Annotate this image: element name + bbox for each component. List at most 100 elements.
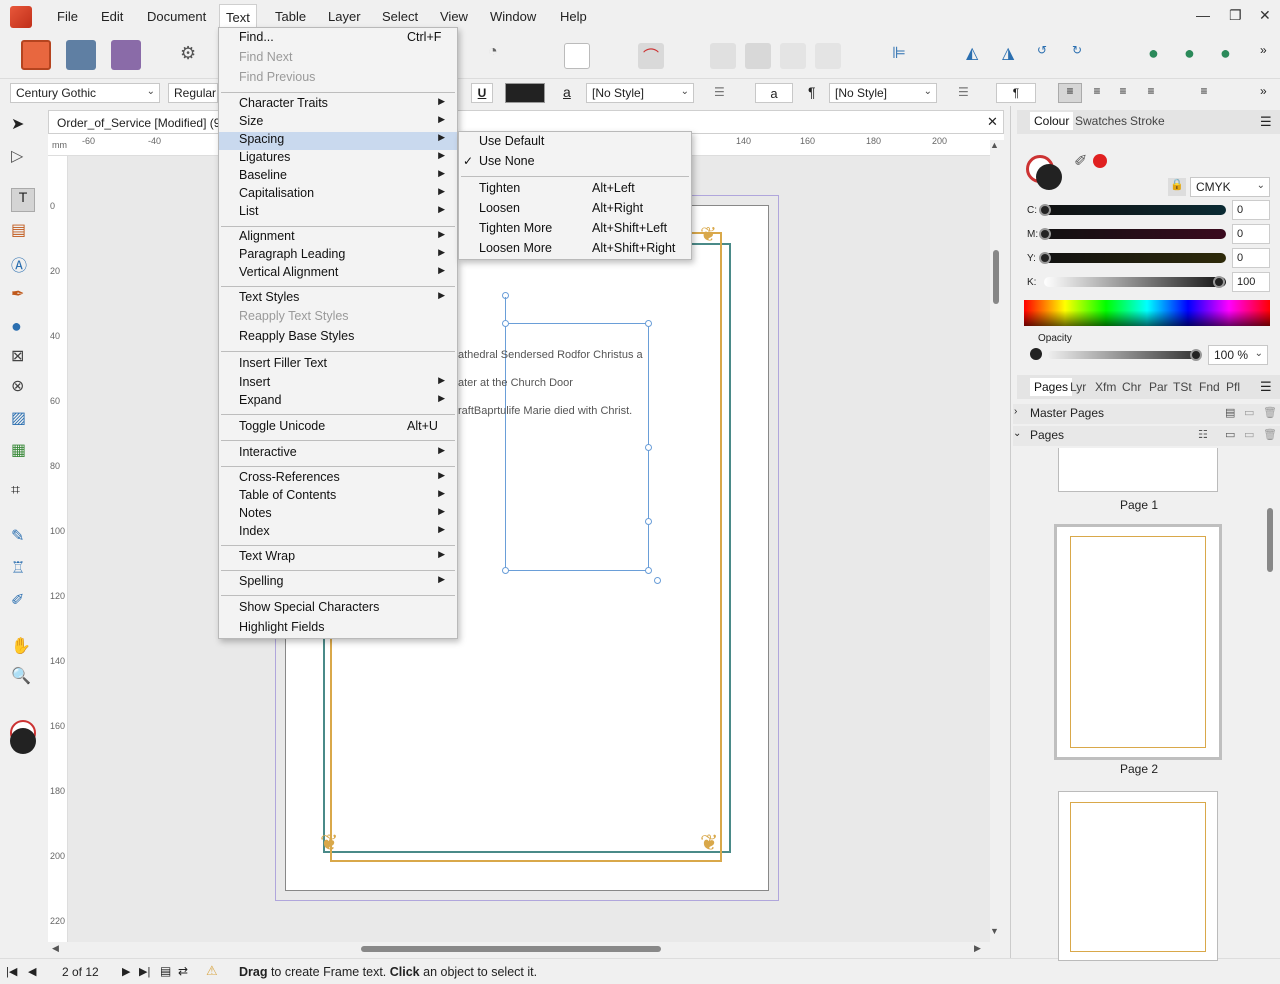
panel-menu-icon[interactable]: ☰: [1260, 114, 1272, 130]
chevron-down-icon[interactable]: ⌄: [1013, 428, 1021, 439]
boolean-add-icon[interactable]: ●: [1148, 43, 1174, 69]
opacity-knob[interactable]: [1190, 349, 1202, 361]
horizontal-scroll-thumb[interactable]: [361, 946, 661, 952]
place-image-tool-icon[interactable]: ▨: [11, 408, 35, 432]
vertical-scrollbar[interactable]: ▲ ▼: [990, 140, 1004, 940]
rotate-right-icon[interactable]: ↻: [1072, 43, 1098, 69]
menu-item-insert[interactable]: Insert ▶: [219, 375, 457, 393]
magenta-knob[interactable]: [1039, 228, 1051, 240]
menu-item-find[interactable]: Find... Ctrl+F: [219, 30, 457, 48]
menu-item-use-none[interactable]: ✓ Use None: [459, 154, 691, 172]
menu-item-loosen-more[interactable]: Loosen More Alt+Shift+Right: [459, 241, 691, 259]
tab-find[interactable]: Fnd: [1199, 380, 1220, 394]
pages-scrollbar[interactable]: [1266, 452, 1274, 952]
delete-master-icon[interactable]: 🗑: [1263, 406, 1277, 419]
menu-item-paragraph-leading[interactable]: Paragraph Leading ▶: [219, 247, 457, 265]
pages-scroll-thumb[interactable]: [1267, 508, 1273, 572]
warning-icon[interactable]: ⚠: [206, 963, 218, 979]
flip-horizontal-icon[interactable]: ◭: [966, 43, 992, 69]
menu-item-toggle-unicode[interactable]: Toggle Unicode Alt+U: [219, 419, 457, 437]
duplicate-page-icon[interactable]: ▭: [1244, 428, 1254, 441]
fill-colour-icon[interactable]: [10, 728, 36, 754]
table-tool-icon[interactable]: ▤: [11, 220, 35, 244]
scroll-left-icon[interactable]: ◀: [52, 943, 59, 954]
last-page-icon[interactable]: ▶|: [139, 965, 150, 978]
resize-handle[interactable]: [645, 567, 652, 574]
menu-item-show-special-characters[interactable]: Show Special Characters: [219, 600, 457, 618]
arrange-backward-icon[interactable]: [815, 43, 841, 69]
zoom-tool-icon[interactable]: 🔍: [11, 666, 35, 690]
colour-mode-select[interactable]: CMYK ⌄: [1190, 177, 1270, 197]
menu-item-spelling[interactable]: Spelling ▶: [219, 574, 457, 592]
pages-view-icon[interactable]: ▤: [160, 964, 171, 978]
context-overflow-icon[interactable]: »: [1260, 84, 1267, 98]
vertical-align-icon[interactable]: ≡: [1193, 84, 1215, 98]
toolbar-overflow-icon[interactable]: »: [1260, 43, 1280, 69]
opacity-slider[interactable]: [1048, 351, 1198, 359]
restore-button[interactable]: ❐: [1229, 7, 1242, 24]
tab-text-styles[interactable]: TSt: [1173, 380, 1192, 394]
opacity-value[interactable]: 100 % ⌄: [1208, 345, 1268, 365]
yellow-slider[interactable]: [1044, 253, 1226, 263]
menu-item-tighten[interactable]: Tighten Alt+Left: [459, 181, 691, 199]
justify-icon[interactable]: ≡: [1140, 84, 1162, 98]
ellipse-tool-icon[interactable]: ●: [11, 316, 35, 340]
publisher-persona-icon[interactable]: [21, 40, 51, 70]
menu-help[interactable]: Help: [560, 9, 587, 24]
menu-file[interactable]: File: [57, 9, 78, 24]
tab-character[interactable]: Chr: [1122, 380, 1141, 394]
char-style-options-icon[interactable]: ☰: [714, 85, 738, 101]
menu-item-insert-filler-text[interactable]: Insert Filler Text: [219, 356, 457, 374]
black-value[interactable]: 100: [1232, 272, 1270, 292]
menu-item-alignment[interactable]: Alignment ▶: [219, 229, 457, 247]
flip-vertical-icon[interactable]: ◮: [1002, 43, 1028, 69]
settings-gear-icon[interactable]: ⚙: [180, 43, 206, 69]
tab-stroke[interactable]: Stroke: [1130, 114, 1165, 128]
photo-persona-icon[interactable]: [111, 40, 141, 70]
app-logo-icon[interactable]: [10, 6, 32, 28]
menu-item-character-traits[interactable]: Character Traits ▶: [219, 96, 457, 114]
menu-item-vertical-alignment[interactable]: Vertical Alignment ▶: [219, 265, 457, 283]
paragraph-pilcrow-icon[interactable]: ¶: [808, 84, 816, 100]
cyan-slider[interactable]: [1044, 205, 1226, 215]
boolean-subtract-icon[interactable]: ●: [1184, 43, 1210, 69]
black-knob[interactable]: [1213, 276, 1225, 288]
paragraph-style-select[interactable]: [No Style] ⌄: [829, 83, 937, 103]
menu-item-text-styles[interactable]: Text Styles ▶: [219, 290, 457, 308]
tab-paragraph[interactable]: Par: [1149, 380, 1168, 394]
menu-item-spacing[interactable]: Spacing ▶: [219, 132, 457, 150]
duplicate-master-icon[interactable]: ▭: [1244, 406, 1254, 419]
prev-page-icon[interactable]: ◀: [28, 965, 36, 978]
colour-picker-icon[interactable]: ✐: [1074, 151, 1087, 171]
chevron-right-icon[interactable]: ›: [1014, 406, 1017, 417]
menu-table[interactable]: Table: [275, 9, 306, 24]
add-master-icon[interactable]: ▤: [1225, 406, 1235, 419]
boolean-intersect-icon[interactable]: ●: [1220, 43, 1246, 69]
yellow-knob[interactable]: [1039, 252, 1051, 264]
align-icon[interactable]: ⊫: [892, 43, 918, 69]
page-options-icon[interactable]: ☷: [1198, 428, 1208, 441]
menu-item-loosen[interactable]: Loosen Alt+Right: [459, 201, 691, 219]
menu-item-highlight-fields[interactable]: Highlight Fields: [219, 620, 457, 638]
menu-document[interactable]: Document: [147, 9, 206, 24]
magenta-value[interactable]: 0: [1232, 224, 1270, 244]
resize-handle[interactable]: [645, 518, 652, 525]
menu-item-index[interactable]: Index ▶: [219, 524, 457, 542]
tab-layers[interactable]: Lyr: [1070, 380, 1086, 394]
tab-pages[interactable]: Pages: [1030, 378, 1073, 396]
resize-handle[interactable]: [645, 320, 652, 327]
move-tool-icon[interactable]: ➤: [11, 114, 35, 138]
tab-preflight[interactable]: Pfl: [1226, 380, 1240, 394]
menu-item-notes[interactable]: Notes ▶: [219, 506, 457, 524]
menu-view[interactable]: View: [440, 9, 468, 24]
close-document-icon[interactable]: ✕: [987, 114, 998, 130]
picture-frame-tool-icon[interactable]: ⊠: [11, 346, 35, 370]
snapping-magnet-icon[interactable]: ⌒: [638, 43, 664, 69]
menu-layer[interactable]: Layer: [328, 9, 361, 24]
cyan-knob[interactable]: [1039, 204, 1051, 216]
align-right-icon[interactable]: ≡: [1112, 84, 1134, 98]
transparency-tool-icon[interactable]: ♖: [11, 558, 35, 582]
menu-select[interactable]: Select: [382, 9, 418, 24]
menu-item-tighten-more[interactable]: Tighten More Alt+Shift+Left: [459, 221, 691, 239]
colour-picker-tool-icon[interactable]: ✐: [11, 590, 35, 614]
